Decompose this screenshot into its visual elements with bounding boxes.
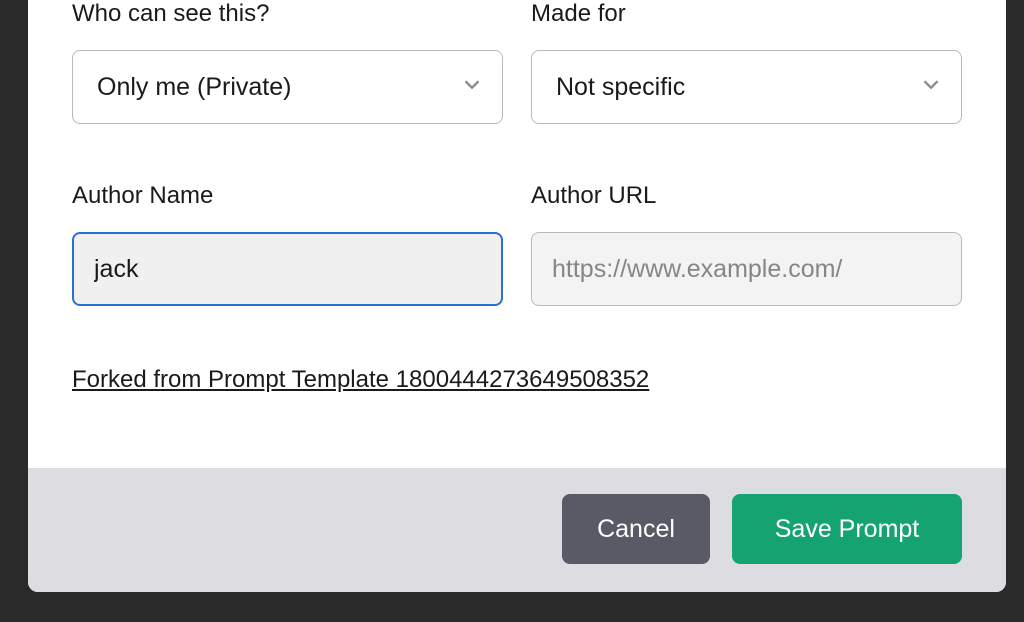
madefor-select-wrapper: Not specific [531, 50, 962, 124]
madefor-selected-value: Not specific [556, 73, 685, 102]
madefor-label: Made for [531, 0, 962, 28]
prompt-settings-modal: Who can see this? Only me (Private) Made… [28, 0, 1006, 592]
madefor-select[interactable]: Not specific [531, 50, 962, 124]
forked-from-link[interactable]: Forked from Prompt Template 180044427364… [72, 366, 649, 394]
author-name-input[interactable] [72, 232, 503, 306]
visibility-selected-value: Only me (Private) [97, 73, 291, 102]
cancel-button[interactable]: Cancel [562, 494, 710, 564]
field-author-name: Author Name [72, 182, 503, 306]
visibility-select[interactable]: Only me (Private) [72, 50, 503, 124]
field-madefor: Made for Not specific [531, 0, 962, 124]
author-name-label: Author Name [72, 182, 503, 210]
row-visibility-madefor: Who can see this? Only me (Private) Made… [72, 0, 962, 124]
save-prompt-button[interactable]: Save Prompt [732, 494, 962, 564]
author-url-label: Author URL [531, 182, 962, 210]
modal-footer: Cancel Save Prompt [28, 468, 1006, 592]
field-author-url: Author URL [531, 182, 962, 306]
field-visibility: Who can see this? Only me (Private) [72, 0, 503, 124]
row-author: Author Name Author URL [72, 182, 962, 306]
visibility-label: Who can see this? [72, 0, 503, 28]
author-url-input[interactable] [531, 232, 962, 306]
visibility-select-wrapper: Only me (Private) [72, 50, 503, 124]
modal-body: Who can see this? Only me (Private) Made… [28, 0, 1006, 468]
